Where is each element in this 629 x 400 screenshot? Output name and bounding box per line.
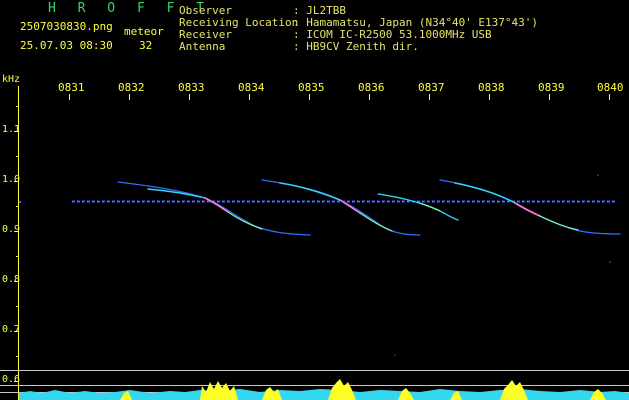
spectrogram-canvas <box>0 86 629 400</box>
reference-lines <box>0 370 629 393</box>
freq-axis <box>14 86 19 400</box>
meteor-echo-1 <box>117 181 311 236</box>
time-axis-ticks <box>69 94 610 100</box>
carrier-line <box>18 200 615 204</box>
meteor-echo-4 <box>439 179 621 235</box>
signal-level-strip <box>19 379 629 400</box>
meteor-echo-3 <box>377 193 459 221</box>
meteor-echo-2 <box>261 179 421 236</box>
